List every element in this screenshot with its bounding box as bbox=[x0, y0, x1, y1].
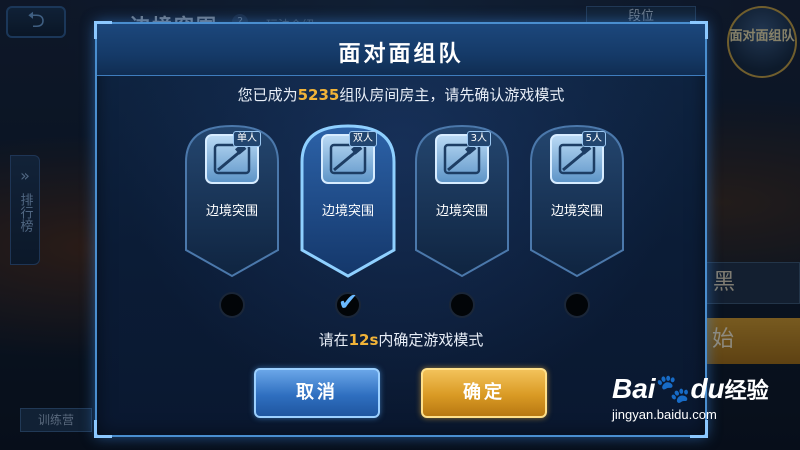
mode-label: 边境突围 bbox=[435, 204, 488, 219]
mode-label: 边境突围 bbox=[321, 204, 374, 219]
logo-text-right: du bbox=[690, 373, 725, 404]
baidu-logo: Bai🐾du经验 bbox=[612, 372, 769, 405]
mode-card-3p[interactable]: 3人 边境突围 bbox=[413, 122, 511, 280]
mode-tag: 3人 bbox=[466, 131, 491, 147]
mode-radio-3p[interactable] bbox=[449, 292, 475, 318]
mode-radio-5p[interactable] bbox=[564, 292, 590, 318]
countdown-message: 请在12s内确定游戏模式 bbox=[97, 329, 705, 350]
cancel-button[interactable]: 取消 bbox=[254, 368, 380, 418]
countdown-value: 12s bbox=[348, 331, 379, 349]
logo-text-cn: 经验 bbox=[724, 379, 769, 404]
confirm-button[interactable]: 确定 bbox=[421, 368, 547, 418]
mode-tag: 双人 bbox=[349, 131, 377, 147]
mode-card-duo[interactable]: 双人 边境突围 bbox=[299, 122, 397, 280]
logo-text-left: Bai bbox=[612, 373, 656, 404]
border-breakout-icon: 3人 bbox=[435, 131, 491, 184]
host-message-prefix: 您已成为 bbox=[237, 86, 298, 104]
mode-radio-solo[interactable] bbox=[219, 292, 245, 318]
border-breakout-icon: 5人 bbox=[550, 131, 606, 184]
dialog-title: 面对面组队 bbox=[338, 42, 464, 67]
border-breakout-icon: 单人 bbox=[205, 131, 261, 184]
paw-icon: 🐾 bbox=[655, 373, 691, 404]
room-code: 5235 bbox=[297, 86, 340, 104]
baidu-jingyan-watermark: Bai🐾du经验 jingyan.baidu.com bbox=[612, 372, 769, 422]
mode-label: 边境突围 bbox=[550, 204, 603, 219]
mode-label: 边境突围 bbox=[205, 204, 258, 219]
countdown-suffix: 内确定游戏模式 bbox=[378, 331, 484, 349]
mode-radio-duo[interactable]: ✔ bbox=[335, 288, 361, 318]
border-breakout-icon: 双人 bbox=[321, 131, 377, 184]
mode-tag: 5人 bbox=[581, 131, 606, 147]
mode-card-solo[interactable]: 单人 边境突围 bbox=[183, 122, 281, 280]
countdown-prefix: 请在 bbox=[318, 331, 349, 349]
host-message-suffix: 组队房间房主，请先确认游戏模式 bbox=[339, 86, 565, 104]
checkmark-icon: ✔ bbox=[338, 288, 359, 316]
host-message: 您已成为5235组队房间房主，请先确认游戏模式 bbox=[97, 84, 705, 105]
corner-ornament bbox=[94, 420, 112, 438]
mode-card-5p[interactable]: 5人 边境突围 bbox=[528, 122, 626, 280]
watermark-url: jingyan.baidu.com bbox=[612, 407, 717, 422]
dialog-header: 面对面组队 bbox=[97, 24, 705, 76]
corner-ornament bbox=[690, 420, 708, 438]
mode-tag: 单人 bbox=[233, 131, 261, 147]
